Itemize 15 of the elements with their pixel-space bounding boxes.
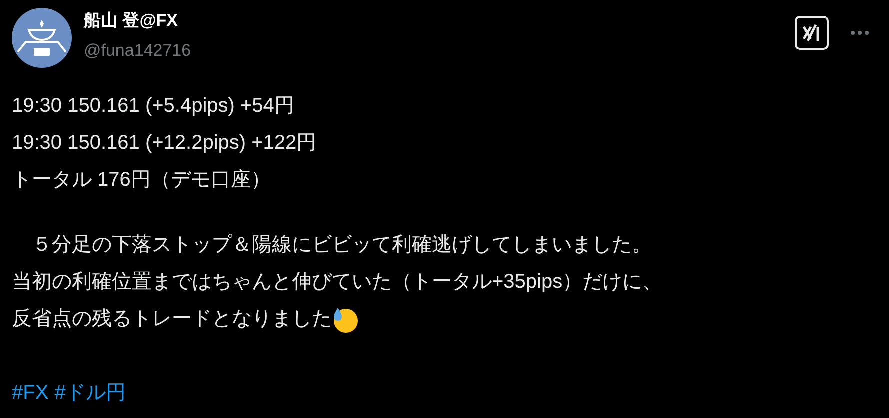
more-icon [850, 30, 870, 36]
tweet-text-line: ５分足の下落ストップ＆陽線にビビッて利確逃げしてしまいました。 [31, 233, 652, 258]
tweet-text-line: 19:30 150.161 (+5.4pips) +54円 [12, 94, 294, 119]
hashtag-link[interactable]: #ドル円 [54, 375, 126, 412]
hashtag-link[interactable]: #FX [12, 375, 49, 412]
author-handle[interactable]: @funa142716 [84, 40, 192, 62]
sweat-drop-emoji-icon [332, 306, 358, 332]
avatar [12, 8, 72, 68]
grok-button[interactable] [795, 16, 829, 50]
slash-logo-icon [802, 23, 822, 43]
author-name[interactable]: 船山 登@FX [84, 10, 192, 32]
tweet-text-line: 当初の利確位置まではちゃんと伸びていた（トータル+35pips）だけに、 [12, 270, 663, 295]
tweet-text-line: 19:30 150.161 (+12.2pips) +122円 [12, 131, 317, 156]
tweet-text-line: 反省点の残るトレードとなりました [12, 307, 332, 332]
tweet-text-line: トータル 176円（デモ口座） [12, 168, 271, 193]
